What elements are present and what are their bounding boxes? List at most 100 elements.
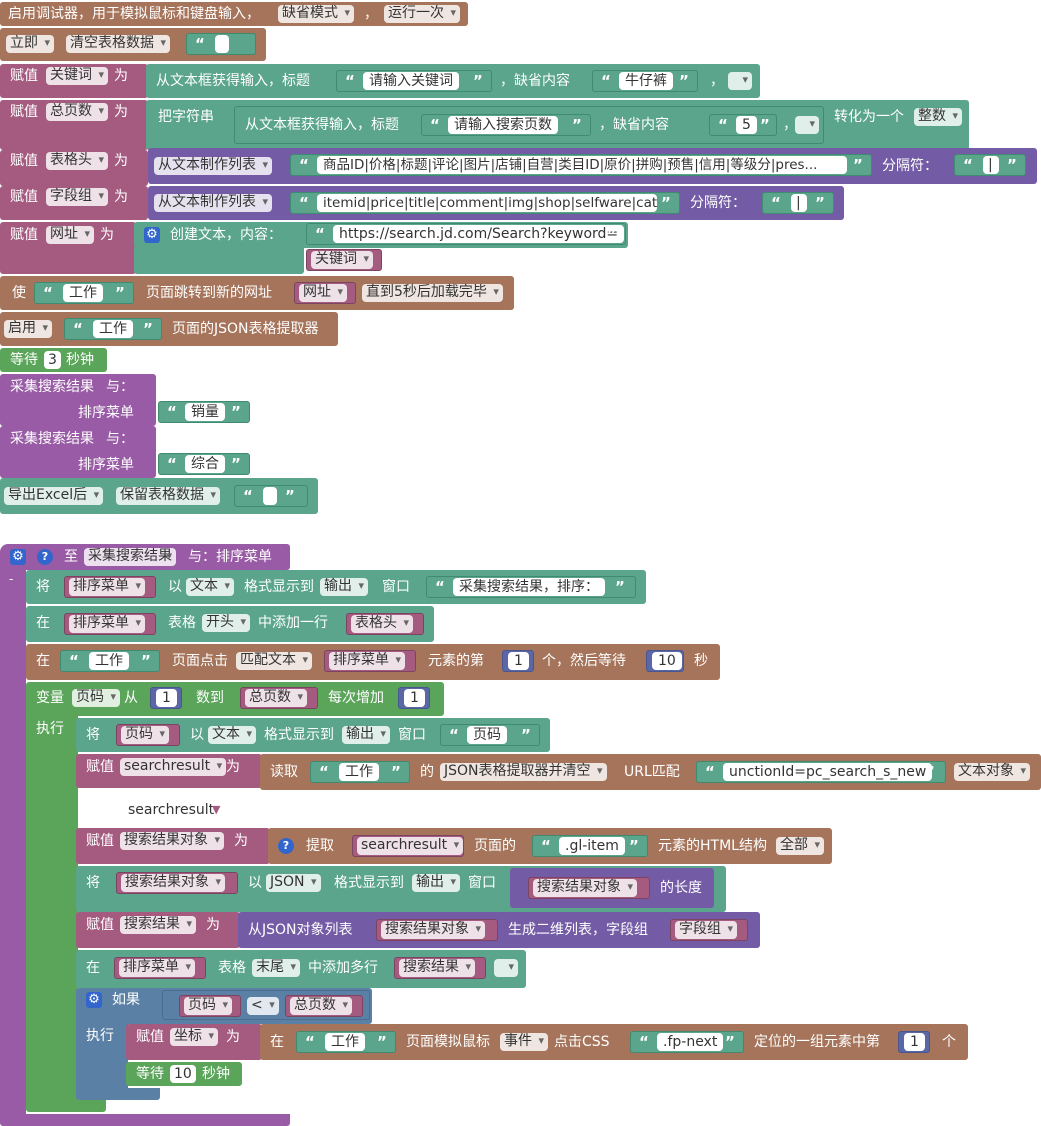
title-string-block[interactable]: “ 请输入关键词 ” (336, 70, 492, 92)
assign-search-result-block[interactable]: 赋值 搜索结果 为 (76, 912, 240, 948)
separator-string-block[interactable]: “ | ” (954, 154, 1026, 176)
result-object-var-dropdown[interactable]: 搜索结果对象 (381, 921, 485, 939)
clear-table-block[interactable]: 立即 清空表格数据 “ (0, 28, 266, 61)
options-dropdown[interactable] (494, 959, 518, 977)
wait-load-dropdown[interactable]: 直到5秒后加载完毕 (362, 284, 503, 302)
sort-var-ref[interactable]: 排序菜单 (64, 613, 156, 635)
separator-value[interactable]: | (983, 156, 999, 174)
tab-string-value[interactable]: 工作 (89, 652, 129, 670)
searchresult-var-dropdown[interactable]: searchresult (357, 837, 464, 855)
list-fn-dropdown[interactable]: 从文本制作列表 (154, 157, 272, 175)
click-sort-block[interactable]: 在 “ 工作 ” 页面点击 匹配文本 排序菜单 元素的第 1 个，然后等待 10… (26, 644, 720, 680)
scope-dropdown[interactable]: 全部 (776, 837, 824, 855)
sort-var-dropdown[interactable]: 排序菜单 (329, 652, 405, 670)
page-string-value[interactable]: 页码 (467, 726, 507, 744)
function-def-header[interactable]: ⚙ ? 至 采集搜索结果 与：排序菜单 (0, 544, 290, 570)
page-string-block[interactable]: “ 页码 ” (440, 724, 540, 746)
gear-icon[interactable]: ⚙ (86, 992, 102, 1008)
separator-string-block[interactable]: “ | ” (762, 192, 834, 214)
list-fn-dropdown[interactable]: 从文本制作列表 (154, 194, 272, 212)
tab-string-block[interactable]: “ 工作 ” (310, 761, 410, 783)
position-dropdown[interactable]: 末尾 (252, 959, 300, 977)
clear-action-dropdown[interactable]: 清空表格数据 (66, 35, 170, 53)
url-var-dropdown[interactable]: 网址 (46, 226, 94, 244)
header-string-block[interactable]: “ 商品ID|价格|标题|评论|图片|店铺|自营|类目ID|原价|拼购|预售|信… (290, 154, 872, 176)
print-page-block[interactable]: 将 页码 以 文本 格式显示到 输出 窗口 “ 页码 ” (76, 718, 550, 752)
message-string-value[interactable]: 采集搜索结果，排序： (453, 578, 605, 596)
page-var-dropdown[interactable]: 页码 (121, 726, 169, 744)
sort-var-dropdown[interactable]: 排序菜单 (69, 578, 145, 596)
result-object-ref[interactable]: 搜索结果对象 (376, 919, 498, 941)
match-mode-dropdown[interactable]: 匹配文本 (236, 652, 312, 670)
nth-number-block[interactable]: 1 (502, 650, 534, 672)
match-string-value[interactable]: unctionId=pc_search_s_new (723, 763, 933, 781)
index-number-field[interactable]: 1 (904, 1033, 925, 1051)
fields-ref[interactable]: 字段组 (670, 919, 748, 941)
string-to-number-block[interactable]: 把字符串 从文本框获得输入，标题 “ 请输入搜索页数 ” ，缺省内容 “ 5 ”… (146, 100, 969, 150)
sort-var-ref[interactable]: 排序菜单 (324, 650, 416, 672)
tab-string-value[interactable]: 工作 (93, 320, 133, 338)
searchresult-ref[interactable]: searchresult (352, 835, 464, 857)
default-string-value[interactable]: 牛仔裤 (619, 72, 673, 90)
assign-keyword-block[interactable]: 赋值 关键词 为 (0, 64, 148, 98)
inner-textbox-block[interactable]: 从文本框获得输入，标题 “ 请输入搜索页数 ” ，缺省内容 “ 5 ” ， (234, 106, 824, 144)
wait-seconds-field[interactable]: 3 (44, 351, 61, 369)
tab-string-value[interactable]: 工作 (339, 763, 379, 781)
fields-var-dropdown[interactable]: 字段组 (46, 188, 108, 206)
sort-var-dropdown[interactable]: 排序菜单 (69, 615, 145, 633)
sort-var-dropdown[interactable]: 排序菜单 (119, 959, 195, 977)
header-var-dropdown[interactable]: 表格头 (351, 615, 413, 633)
selector-string-block[interactable]: “ .gl-item ” (532, 835, 648, 857)
result-object-var-dropdown[interactable]: 搜索结果对象 (121, 874, 225, 892)
help-icon[interactable]: ? (278, 838, 294, 854)
empty-string-block[interactable]: “ ” (234, 485, 308, 507)
split-list-block[interactable]: 从文本制作列表 “ 商品ID|价格|标题|评论|图片|店铺|自营|类目ID|原价… (148, 148, 1037, 184)
title-string-value[interactable]: 请输入关键词 (363, 72, 459, 90)
tab-string-value[interactable]: 工作 (63, 284, 103, 302)
create-text-block[interactable]: ⚙ 创建文本，内容： “ https://search.jd.com/Searc… (134, 222, 628, 248)
selector-string-value[interactable]: .gl-item (559, 837, 625, 855)
help-icon[interactable]: ? (37, 549, 53, 565)
sort-var-ref[interactable]: 排序菜单 (114, 957, 206, 979)
function-name-field[interactable]: 采集搜索结果 (84, 548, 176, 566)
sort-value-field[interactable]: 销量 (185, 403, 225, 421)
format-dropdown[interactable]: JSON (266, 874, 321, 892)
keyword-var-ref[interactable]: 关键词 (306, 249, 382, 271)
css-selector-block[interactable]: “ .fp-next ” (630, 1031, 744, 1053)
result-object-var-dropdown[interactable]: 搜索结果对象 (533, 879, 637, 897)
header-var-dropdown[interactable]: 表格头 (46, 152, 108, 170)
result-object-ref[interactable]: 搜索结果对象 (116, 872, 238, 894)
title-string-value[interactable]: 请输入搜索页数 (448, 116, 558, 134)
match-string-block[interactable]: “ unctionId=pc_search_s_new ” (696, 761, 946, 783)
export-excel-block[interactable]: 导出Excel后 保留表格数据 “ ” (0, 478, 318, 514)
url-string-value[interactable]: https://search.jd.com/Search?keyword= (333, 225, 625, 243)
assign-result-object-block[interactable]: 赋值 搜索结果对象 为 (76, 828, 270, 864)
extractor-dropdown[interactable]: JSON表格提取器并清空 (440, 763, 607, 781)
total-pages-dropdown[interactable]: 总页数 (245, 689, 307, 707)
fields-string-value[interactable]: itemid|price|title|comment|img|shop|self… (317, 194, 657, 212)
wait-block[interactable]: 等待 3 秒钟 (0, 348, 107, 372)
search-result-ref[interactable]: 搜索结果 (394, 957, 486, 979)
add-rows-block[interactable]: 在 排序菜单 表格 末尾 中添加多行 搜索结果 (76, 950, 526, 988)
call-collect-sales[interactable]: 采集搜索结果 与： 排序菜单 (0, 374, 156, 426)
search-result-var-dropdown[interactable]: 搜索结果 (120, 916, 196, 934)
empty-string-field[interactable] (263, 487, 277, 505)
sort-var-ref[interactable]: 排序菜单 (64, 576, 156, 598)
sort-value-sales[interactable]: “ 销量 ” (158, 401, 250, 423)
assign-header-block[interactable]: 赋值 表格头 为 (0, 150, 148, 186)
split-list-block[interactable]: 从文本制作列表 “ itemid|price|title|comment|img… (148, 186, 844, 220)
page-var-ref[interactable]: 页码 (179, 995, 241, 1017)
options-dropdown[interactable] (728, 72, 752, 90)
assign-fields-block[interactable]: 赋值 字段组 为 (0, 186, 148, 220)
run-dropdown[interactable]: 运行一次 (384, 5, 460, 23)
add-header-row-block[interactable]: 在 排序菜单 表格 开头 中添加一行 表格头 (26, 606, 434, 642)
call-collect-default[interactable]: 采集搜索结果 与： 排序菜单 (0, 426, 156, 478)
total-pages-ref[interactable]: 总页数 (240, 687, 318, 709)
output-dropdown[interactable]: 输出 (320, 578, 368, 596)
wait-seconds-field[interactable]: 10 (170, 1065, 196, 1083)
step-number-field[interactable]: 1 (404, 689, 425, 707)
default-string-value[interactable]: 5 (736, 116, 757, 134)
index-number-block[interactable]: 1 (898, 1031, 930, 1053)
keyword-var-dropdown[interactable]: 关键词 (311, 251, 373, 269)
tab-string-value[interactable]: 工作 (325, 1033, 365, 1051)
